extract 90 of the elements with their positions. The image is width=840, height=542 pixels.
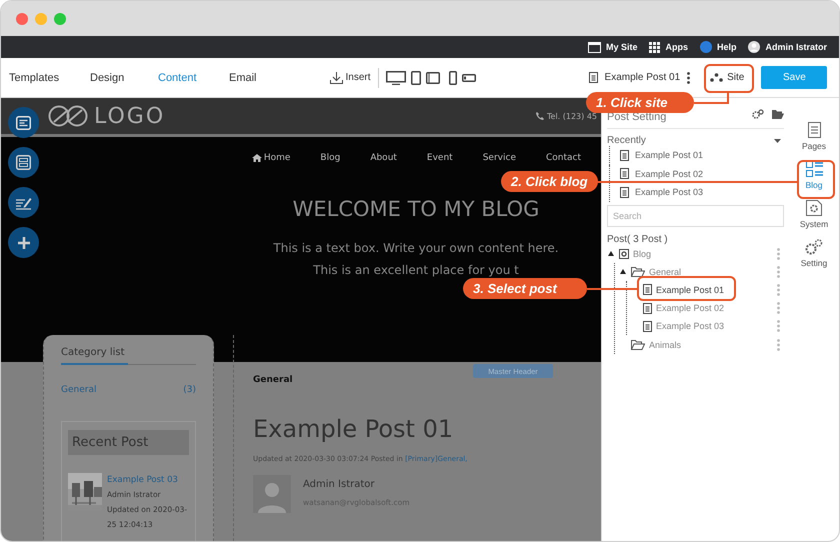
tablet-landscape-icon[interactable] (426, 72, 440, 84)
document-icon (620, 186, 629, 198)
tree-item[interactable]: Animals (649, 340, 682, 350)
desktop-icon[interactable] (386, 70, 406, 84)
sidebar-item[interactable]: Setting (792, 237, 836, 270)
tree-heading: Post( 3 Post ) (607, 234, 669, 244)
nav-link[interactable]: Event (426, 153, 453, 163)
panel-title: Post Setting (607, 110, 666, 122)
gears-icon[interactable] (752, 108, 764, 118)
nav-link[interactable]: Home (264, 153, 290, 163)
gear-page-icon (619, 248, 629, 259)
hero-text: This is a text box. Write your own content here. (272, 240, 560, 257)
document-icon (620, 168, 629, 180)
tree-item[interactable]: Example Post 01 (656, 284, 724, 295)
tree-item[interactable]: Blog (633, 248, 652, 259)
gear-page-icon (806, 200, 822, 216)
avatar-icon (253, 475, 291, 513)
document-icon (620, 150, 629, 161)
sidebar-item[interactable]: Pages (792, 120, 836, 153)
topbar-link[interactable]: Apps (665, 42, 688, 52)
highlight-frame (704, 64, 754, 93)
help-icon (700, 41, 712, 53)
editor-tab[interactable]: Templates (9, 72, 90, 84)
phone-landscape-icon[interactable] (462, 74, 476, 82)
folder-icon[interactable] (772, 108, 784, 118)
editor-tab[interactable]: Content (158, 72, 229, 84)
leader-line (587, 288, 637, 290)
search-field[interactable]: Search (607, 204, 784, 226)
expand-arrow-icon[interactable] (608, 251, 614, 256)
sidebar-item[interactable]: System (792, 198, 836, 231)
nav-link[interactable]: Service (482, 153, 516, 163)
author-name: Admin Istrator (303, 479, 376, 490)
tablet-icon[interactable] (410, 70, 421, 84)
editor-tab[interactable]: Email (229, 72, 257, 84)
post-category: General (253, 375, 294, 385)
recent-post-item[interactable]: Example Post 01 (635, 150, 704, 160)
editor-tab[interactable]: Design (90, 72, 158, 84)
category-heading: Category list (61, 347, 125, 358)
document-icon (643, 302, 652, 314)
dropdown-caret-icon[interactable] (774, 138, 781, 142)
expand-arrow-icon[interactable] (620, 269, 626, 274)
logo-text: LOGO (94, 104, 166, 128)
plus-icon (16, 236, 30, 250)
topbar-link[interactable]: Help (716, 42, 736, 52)
layout-icon (16, 155, 31, 170)
highlight-frame (797, 160, 835, 199)
nav-link[interactable]: Contact (546, 153, 581, 163)
section-label: Recently (607, 135, 646, 146)
home-icon (252, 154, 262, 162)
user-avatar-icon (748, 41, 760, 53)
post-title: Example Post 01 (253, 415, 454, 443)
recent-post-item[interactable]: Example Post 02 (635, 168, 704, 179)
more-options-icon[interactable] (687, 72, 690, 84)
document-title: Example Post 01 (604, 72, 680, 83)
document-icon (643, 284, 652, 296)
insert-button[interactable]: Insert (330, 72, 371, 84)
topbar-link[interactable]: Admin Istrator (765, 42, 827, 52)
phone-icon[interactable] (448, 70, 457, 84)
phone-icon (536, 112, 544, 120)
recent-post-item[interactable]: Example Post 03 (635, 187, 704, 198)
callout-label: 3. Select post (463, 278, 587, 299)
callout-label: 1. Click site (586, 92, 694, 113)
folder-icon (631, 340, 645, 350)
tree-item[interactable]: Example Post 03 (656, 321, 724, 332)
document-icon (588, 72, 598, 83)
document-icon (643, 320, 652, 332)
leader-line (694, 93, 729, 104)
form-icon (16, 116, 31, 130)
nav-link[interactable]: About (370, 153, 397, 163)
category-count: (3) (183, 385, 196, 395)
hero-text: This is an excellent place for you t (312, 262, 520, 279)
folder-icon (631, 266, 645, 277)
list-icon (806, 161, 822, 177)
sidebar-item[interactable]: Blog (792, 159, 836, 192)
browser-window-icon (588, 42, 601, 52)
tree-item[interactable]: General (649, 266, 682, 277)
apps-grid-icon (649, 42, 660, 52)
dots-icon (710, 73, 724, 82)
logo-icon (46, 105, 90, 127)
download-icon (330, 72, 343, 84)
edit-text-icon (15, 196, 32, 210)
topbar-link[interactable]: My Site (606, 42, 638, 52)
callout-label: 2. Click blog (501, 171, 598, 192)
nav-link[interactable]: Blog (320, 153, 340, 163)
hero-headline: WELCOME TO MY BLOG (292, 197, 540, 221)
gears-icon (805, 239, 823, 255)
phone-number: Tel. (123) 45 (547, 112, 597, 120)
tree-item[interactable]: Example Post 02 (656, 303, 724, 314)
recent-post-heading: Recent Post (68, 430, 189, 455)
page-icon (808, 122, 820, 138)
